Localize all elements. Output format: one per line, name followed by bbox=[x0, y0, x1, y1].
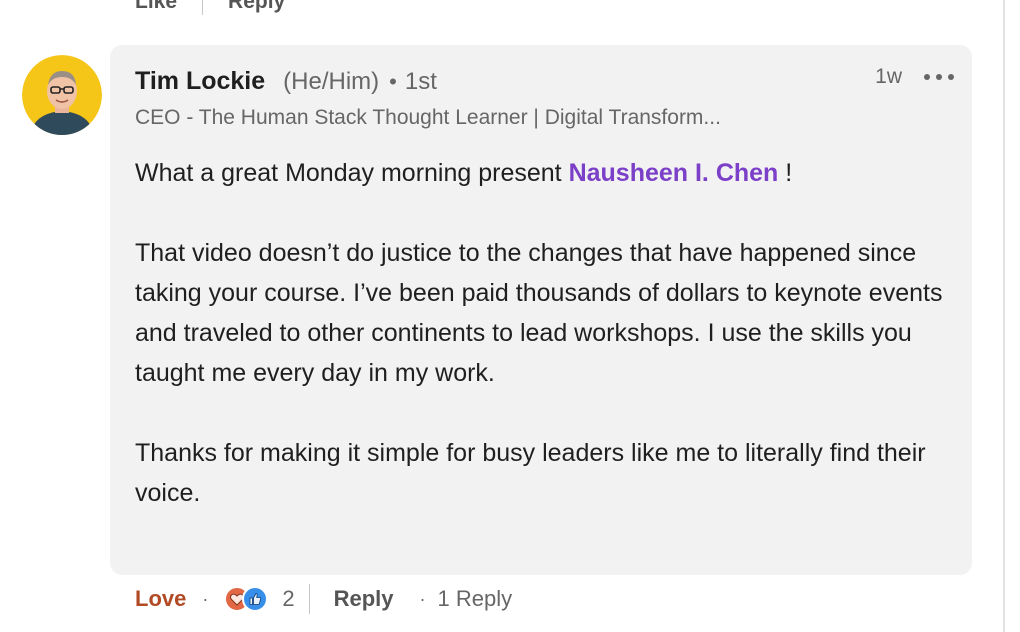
comment-paragraph: Thanks for making it simple for busy lea… bbox=[135, 439, 926, 507]
comment-text-segment: ! bbox=[778, 159, 793, 187]
mention-link[interactable]: Nausheen I. Chen bbox=[569, 159, 779, 187]
action-divider bbox=[202, 0, 204, 15]
like-reaction-icon bbox=[242, 586, 269, 612]
comment-text: What a great Monday morning present Naus… bbox=[135, 153, 945, 513]
separator-dot: · bbox=[419, 588, 426, 609]
more-horizontal-icon[interactable] bbox=[924, 65, 954, 89]
reply-button[interactable]: Reply bbox=[334, 586, 394, 612]
feed-divider bbox=[1003, 0, 1005, 632]
comment-paragraph: That video doesn’t do justice to the cha… bbox=[135, 239, 943, 387]
like-button[interactable]: Like bbox=[135, 0, 177, 14]
separator-dot: • bbox=[389, 69, 397, 94]
avatar[interactable] bbox=[22, 55, 102, 135]
author-headline: CEO - The Human Stack Thought Learner | … bbox=[135, 106, 721, 129]
author-name[interactable]: Tim Lockie bbox=[135, 67, 265, 96]
reaction-summary[interactable] bbox=[224, 585, 274, 613]
reaction-button[interactable]: Love bbox=[135, 586, 186, 612]
previous-comment-actions: Like Reply bbox=[135, 0, 285, 18]
reply-button[interactable]: Reply bbox=[228, 0, 285, 14]
connection-degree: 1st bbox=[404, 68, 437, 95]
reaction-count[interactable]: 2 bbox=[282, 586, 294, 612]
author-row: Tim Lockie (He/Him) • 1st bbox=[135, 67, 437, 96]
author-pronouns: (He/Him) bbox=[283, 68, 380, 95]
comment-actions: Love · 2 Reply · 1 Reply bbox=[135, 580, 512, 618]
comment-paragraph: What a great Monday morning present Naus… bbox=[135, 153, 945, 193]
comment-bubble: Tim Lockie (He/Him) • 1st 1w CEO - The H… bbox=[110, 45, 972, 575]
action-divider bbox=[308, 584, 310, 614]
separator-dot: · bbox=[202, 588, 209, 609]
replies-count-link[interactable]: 1 Reply bbox=[438, 586, 513, 612]
comment-text-segment: What a great Monday morning present bbox=[135, 159, 569, 187]
comment-timestamp: 1w bbox=[875, 65, 902, 88]
